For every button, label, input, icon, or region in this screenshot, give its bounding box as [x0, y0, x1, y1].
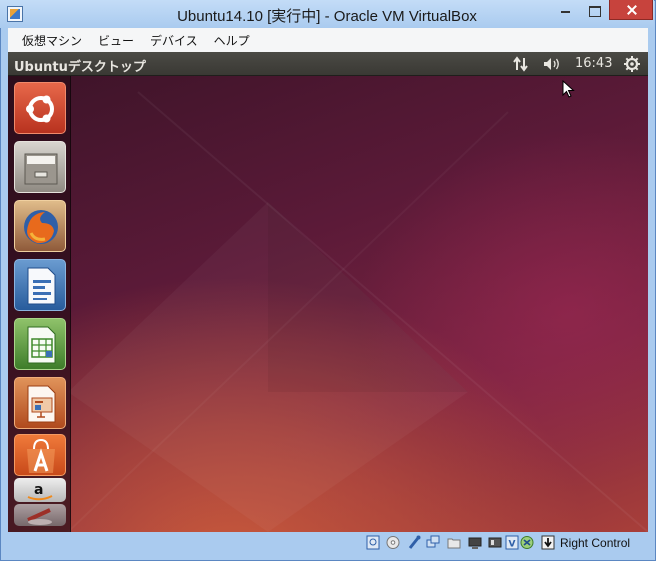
ubuntu-dash-icon[interactable] [14, 82, 66, 134]
network-icon[interactable] [512, 55, 530, 73]
menu-bar: 仮想マシン ビュー デバイス ヘルプ [8, 28, 648, 52]
writer-icon[interactable] [14, 259, 66, 311]
software-center-icon[interactable] [14, 434, 66, 476]
usb-icon[interactable] [407, 535, 421, 550]
host-key-icon[interactable] [541, 535, 555, 550]
menu-devices[interactable]: デバイス [142, 32, 206, 49]
network-adapter-icon[interactable] [426, 535, 440, 550]
title-bar[interactable]: Ubuntu14.10 [実行中] - Oracle VM VirtualBox [0, 0, 654, 28]
guest-screen[interactable]: Ubuntuデスクトップ 16:43 a [8, 52, 648, 532]
display-icon[interactable] [468, 535, 482, 550]
menu-help[interactable]: ヘルプ [206, 32, 258, 49]
maximize-button[interactable] [581, 0, 608, 20]
hard-disk-icon[interactable] [366, 535, 380, 550]
amazon-icon[interactable]: a [14, 478, 66, 502]
files-icon[interactable] [14, 141, 66, 193]
optical-drive-icon[interactable] [386, 535, 400, 550]
session-gear-icon[interactable] [623, 55, 641, 73]
ubuntu-launcher: a [8, 76, 71, 532]
menu-machine[interactable]: 仮想マシン [14, 32, 90, 49]
menu-view[interactable]: ビュー [90, 32, 142, 49]
video-capture-icon[interactable] [488, 535, 502, 550]
svg-text:V: V [509, 540, 516, 550]
wallpaper-pattern [67, 91, 648, 532]
mouse-integration-icon[interactable] [520, 535, 534, 550]
system-tools-icon[interactable] [14, 504, 66, 526]
impress-icon[interactable] [14, 377, 66, 429]
shared-folder-icon[interactable] [447, 535, 461, 550]
close-button[interactable] [609, 0, 653, 20]
volume-icon[interactable] [542, 56, 562, 72]
panel-title: Ubuntuデスクトップ [14, 60, 146, 75]
ubuntu-top-panel: Ubuntuデスクトップ 16:43 [8, 52, 648, 76]
svg-text:a: a [34, 482, 43, 498]
firefox-icon[interactable] [14, 200, 66, 252]
calc-icon[interactable] [14, 318, 66, 370]
mouse-pointer-icon [562, 80, 575, 98]
clock[interactable]: 16:43 [575, 56, 612, 71]
virtualization-icon[interactable]: V [505, 535, 519, 550]
vm-status-bar: V Right Control [8, 532, 648, 554]
host-key-label: Right Control [560, 536, 631, 550]
minimize-button[interactable] [552, 0, 580, 20]
